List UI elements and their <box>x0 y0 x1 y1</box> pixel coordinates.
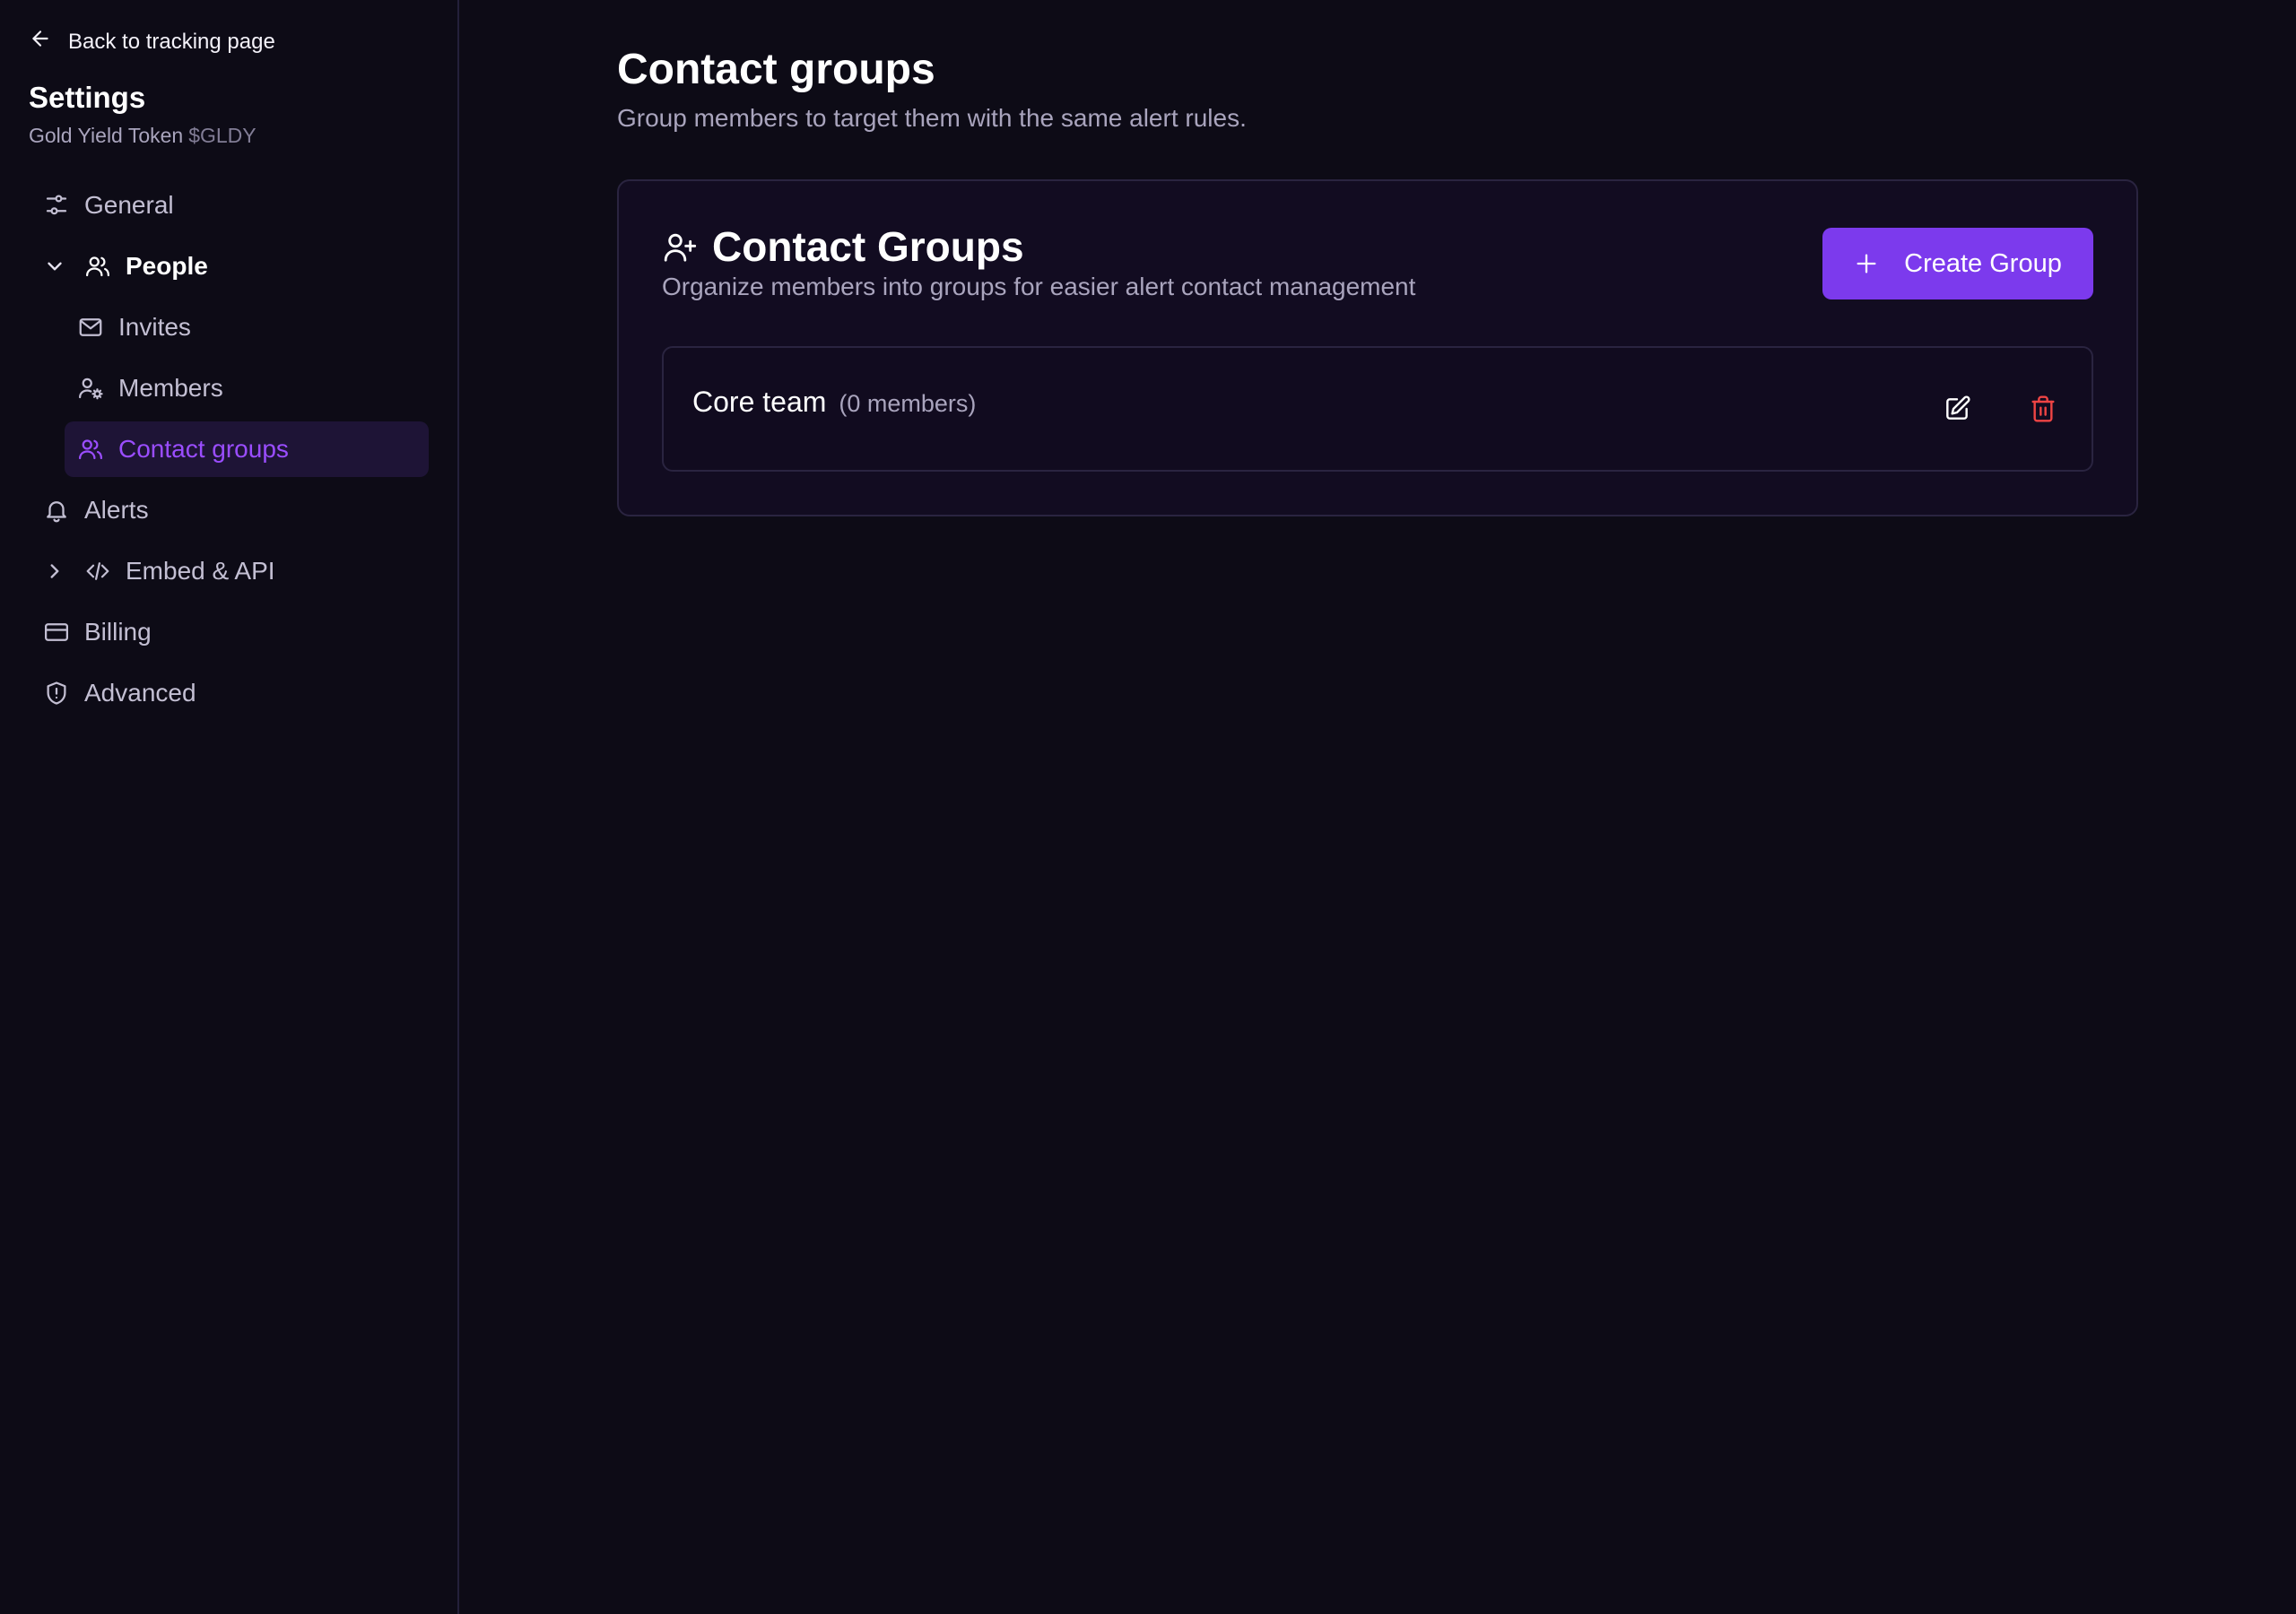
project-subtitle: Gold Yield Token $GLDY <box>29 124 257 148</box>
sidebar-item-label: Contact groups <box>118 435 289 463</box>
back-link-label: Back to tracking page <box>68 29 275 54</box>
credit-card-icon <box>43 619 70 646</box>
mail-icon <box>77 314 104 341</box>
users-icon <box>84 253 111 280</box>
sidebar-item-contact-groups[interactable]: Contact groups <box>65 421 429 477</box>
main-content: Contact groups Group members to target t… <box>459 0 2296 1614</box>
sidebar-item-label: Embed & API <box>126 557 275 585</box>
group-member-count: (0 members) <box>839 390 977 417</box>
card-title: Contact Groups <box>712 223 1024 270</box>
edit-group-button[interactable] <box>1937 389 1977 429</box>
edit-icon <box>1943 395 1971 423</box>
plus-icon <box>1854 251 1879 276</box>
sidebar-item-label: Advanced <box>84 679 196 707</box>
users-icon <box>77 436 104 463</box>
sidebar-item-invites[interactable]: Invites <box>77 299 191 355</box>
code-icon <box>84 558 111 585</box>
settings-title: Settings <box>29 81 146 114</box>
group-row: Core team (0 members) <box>662 346 2093 472</box>
trash-icon <box>2029 395 2057 423</box>
sidebar-item-advanced[interactable]: Advanced <box>43 665 196 721</box>
create-group-button[interactable]: Create Group <box>1822 228 2093 299</box>
sidebar-item-label: Members <box>118 374 223 402</box>
sidebar-item-general[interactable]: General <box>43 178 174 233</box>
shield-alert-icon <box>43 680 70 707</box>
sidebar-item-label: Billing <box>84 618 152 646</box>
sidebar: Back to tracking page Settings Gold Yiel… <box>0 0 459 1614</box>
page-title: Contact groups <box>617 46 935 93</box>
sidebar-item-label: People <box>126 252 208 280</box>
sidebar-item-label: Alerts <box>84 496 149 524</box>
sliders-icon <box>43 192 70 219</box>
sidebar-item-label: General <box>84 191 174 219</box>
arrow-left-icon <box>29 27 52 56</box>
group-title: Core team (0 members) <box>692 386 976 419</box>
group-name: Core team <box>692 386 827 418</box>
sidebar-item-people[interactable]: People <box>43 239 208 294</box>
project-ticker: $GLDY <box>188 124 257 147</box>
sidebar-item-label: Invites <box>118 313 191 341</box>
chevron-right-icon <box>43 560 66 583</box>
chevron-down-icon <box>43 255 66 278</box>
card-description: Organize members into groups for easier … <box>662 273 1416 300</box>
bell-icon <box>43 497 70 524</box>
project-name: Gold Yield Token <box>29 124 184 147</box>
user-plus-icon <box>662 230 698 265</box>
sidebar-item-billing[interactable]: Billing <box>43 604 152 660</box>
page-subtitle: Group members to target them with the sa… <box>617 104 1247 132</box>
back-to-tracking-link[interactable]: Back to tracking page <box>29 27 275 56</box>
user-cog-icon <box>77 375 104 402</box>
sidebar-item-members[interactable]: Members <box>77 360 223 416</box>
create-group-label: Create Group <box>1904 248 2062 278</box>
sidebar-item-embed-api[interactable]: Embed & API <box>43 543 275 599</box>
app-root: Back to tracking page Settings Gold Yiel… <box>0 0 2296 1614</box>
contact-groups-card: Contact Groups Organize members into gro… <box>617 179 2138 516</box>
sidebar-item-alerts[interactable]: Alerts <box>43 482 149 538</box>
delete-group-button[interactable] <box>2023 389 2063 429</box>
